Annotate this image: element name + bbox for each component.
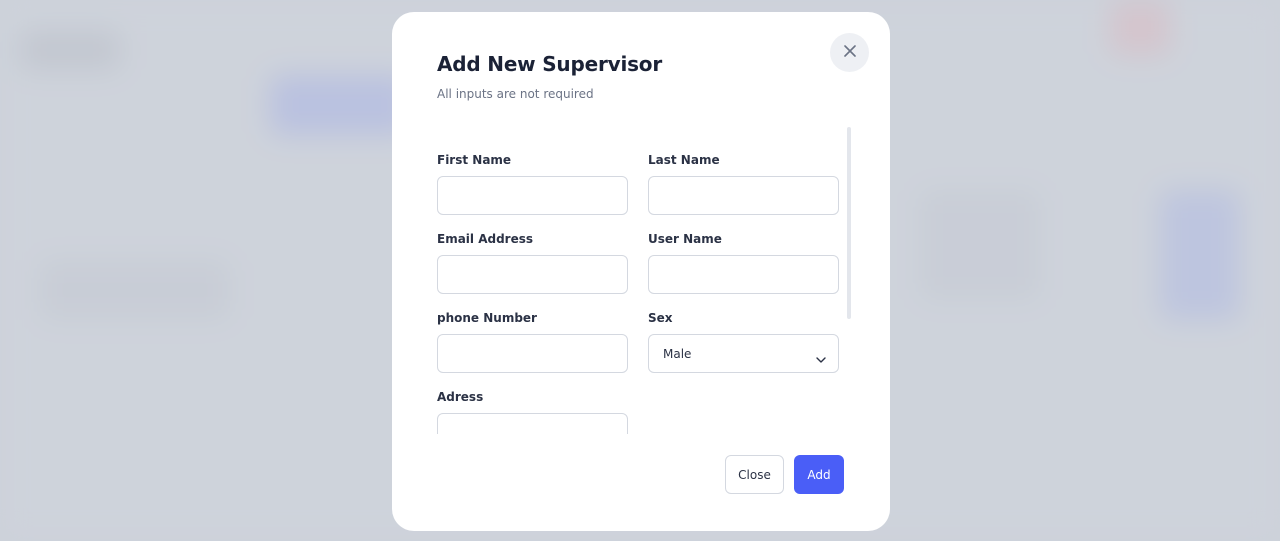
supervisor-form: First Name Last Name Email Address User …: [437, 122, 839, 434]
email-field-group: Email Address: [437, 232, 628, 294]
sex-select[interactable]: Male: [648, 334, 839, 373]
address-input[interactable]: [437, 413, 628, 434]
email-label: Email Address: [437, 232, 534, 246]
last-name-field-group: Last Name: [648, 153, 839, 215]
address-field-group: Adress: [437, 390, 628, 434]
add-button[interactable]: Add: [794, 455, 844, 494]
user-name-input[interactable]: [648, 255, 839, 294]
add-supervisor-modal: Add New Supervisor All inputs are not re…: [392, 12, 890, 531]
form-scrollbar[interactable]: [847, 127, 851, 319]
user-name-field-group: User Name: [648, 232, 839, 294]
close-button[interactable]: Close: [725, 455, 784, 494]
sex-label: Sex: [648, 311, 673, 325]
first-name-input[interactable]: [437, 176, 628, 215]
address-label: Adress: [437, 390, 484, 404]
phone-label: phone Number: [437, 311, 537, 325]
last-name-input[interactable]: [648, 176, 839, 215]
modal-subtitle: All inputs are not required: [437, 87, 594, 101]
last-name-label: Last Name: [648, 153, 720, 167]
first-name-field-group: First Name: [437, 153, 628, 215]
close-icon: [843, 45, 856, 60]
user-name-label: User Name: [648, 232, 722, 246]
email-input[interactable]: [437, 255, 628, 294]
close-modal-button[interactable]: [830, 33, 869, 72]
phone-input[interactable]: [437, 334, 628, 373]
modal-title: Add New Supervisor: [437, 52, 663, 76]
first-name-label: First Name: [437, 153, 512, 167]
sex-selected-value: Male: [663, 346, 692, 361]
chevron-down-icon: [816, 349, 826, 368]
phone-field-group: phone Number: [437, 311, 628, 373]
sex-field-group: Sex Male: [648, 311, 839, 373]
